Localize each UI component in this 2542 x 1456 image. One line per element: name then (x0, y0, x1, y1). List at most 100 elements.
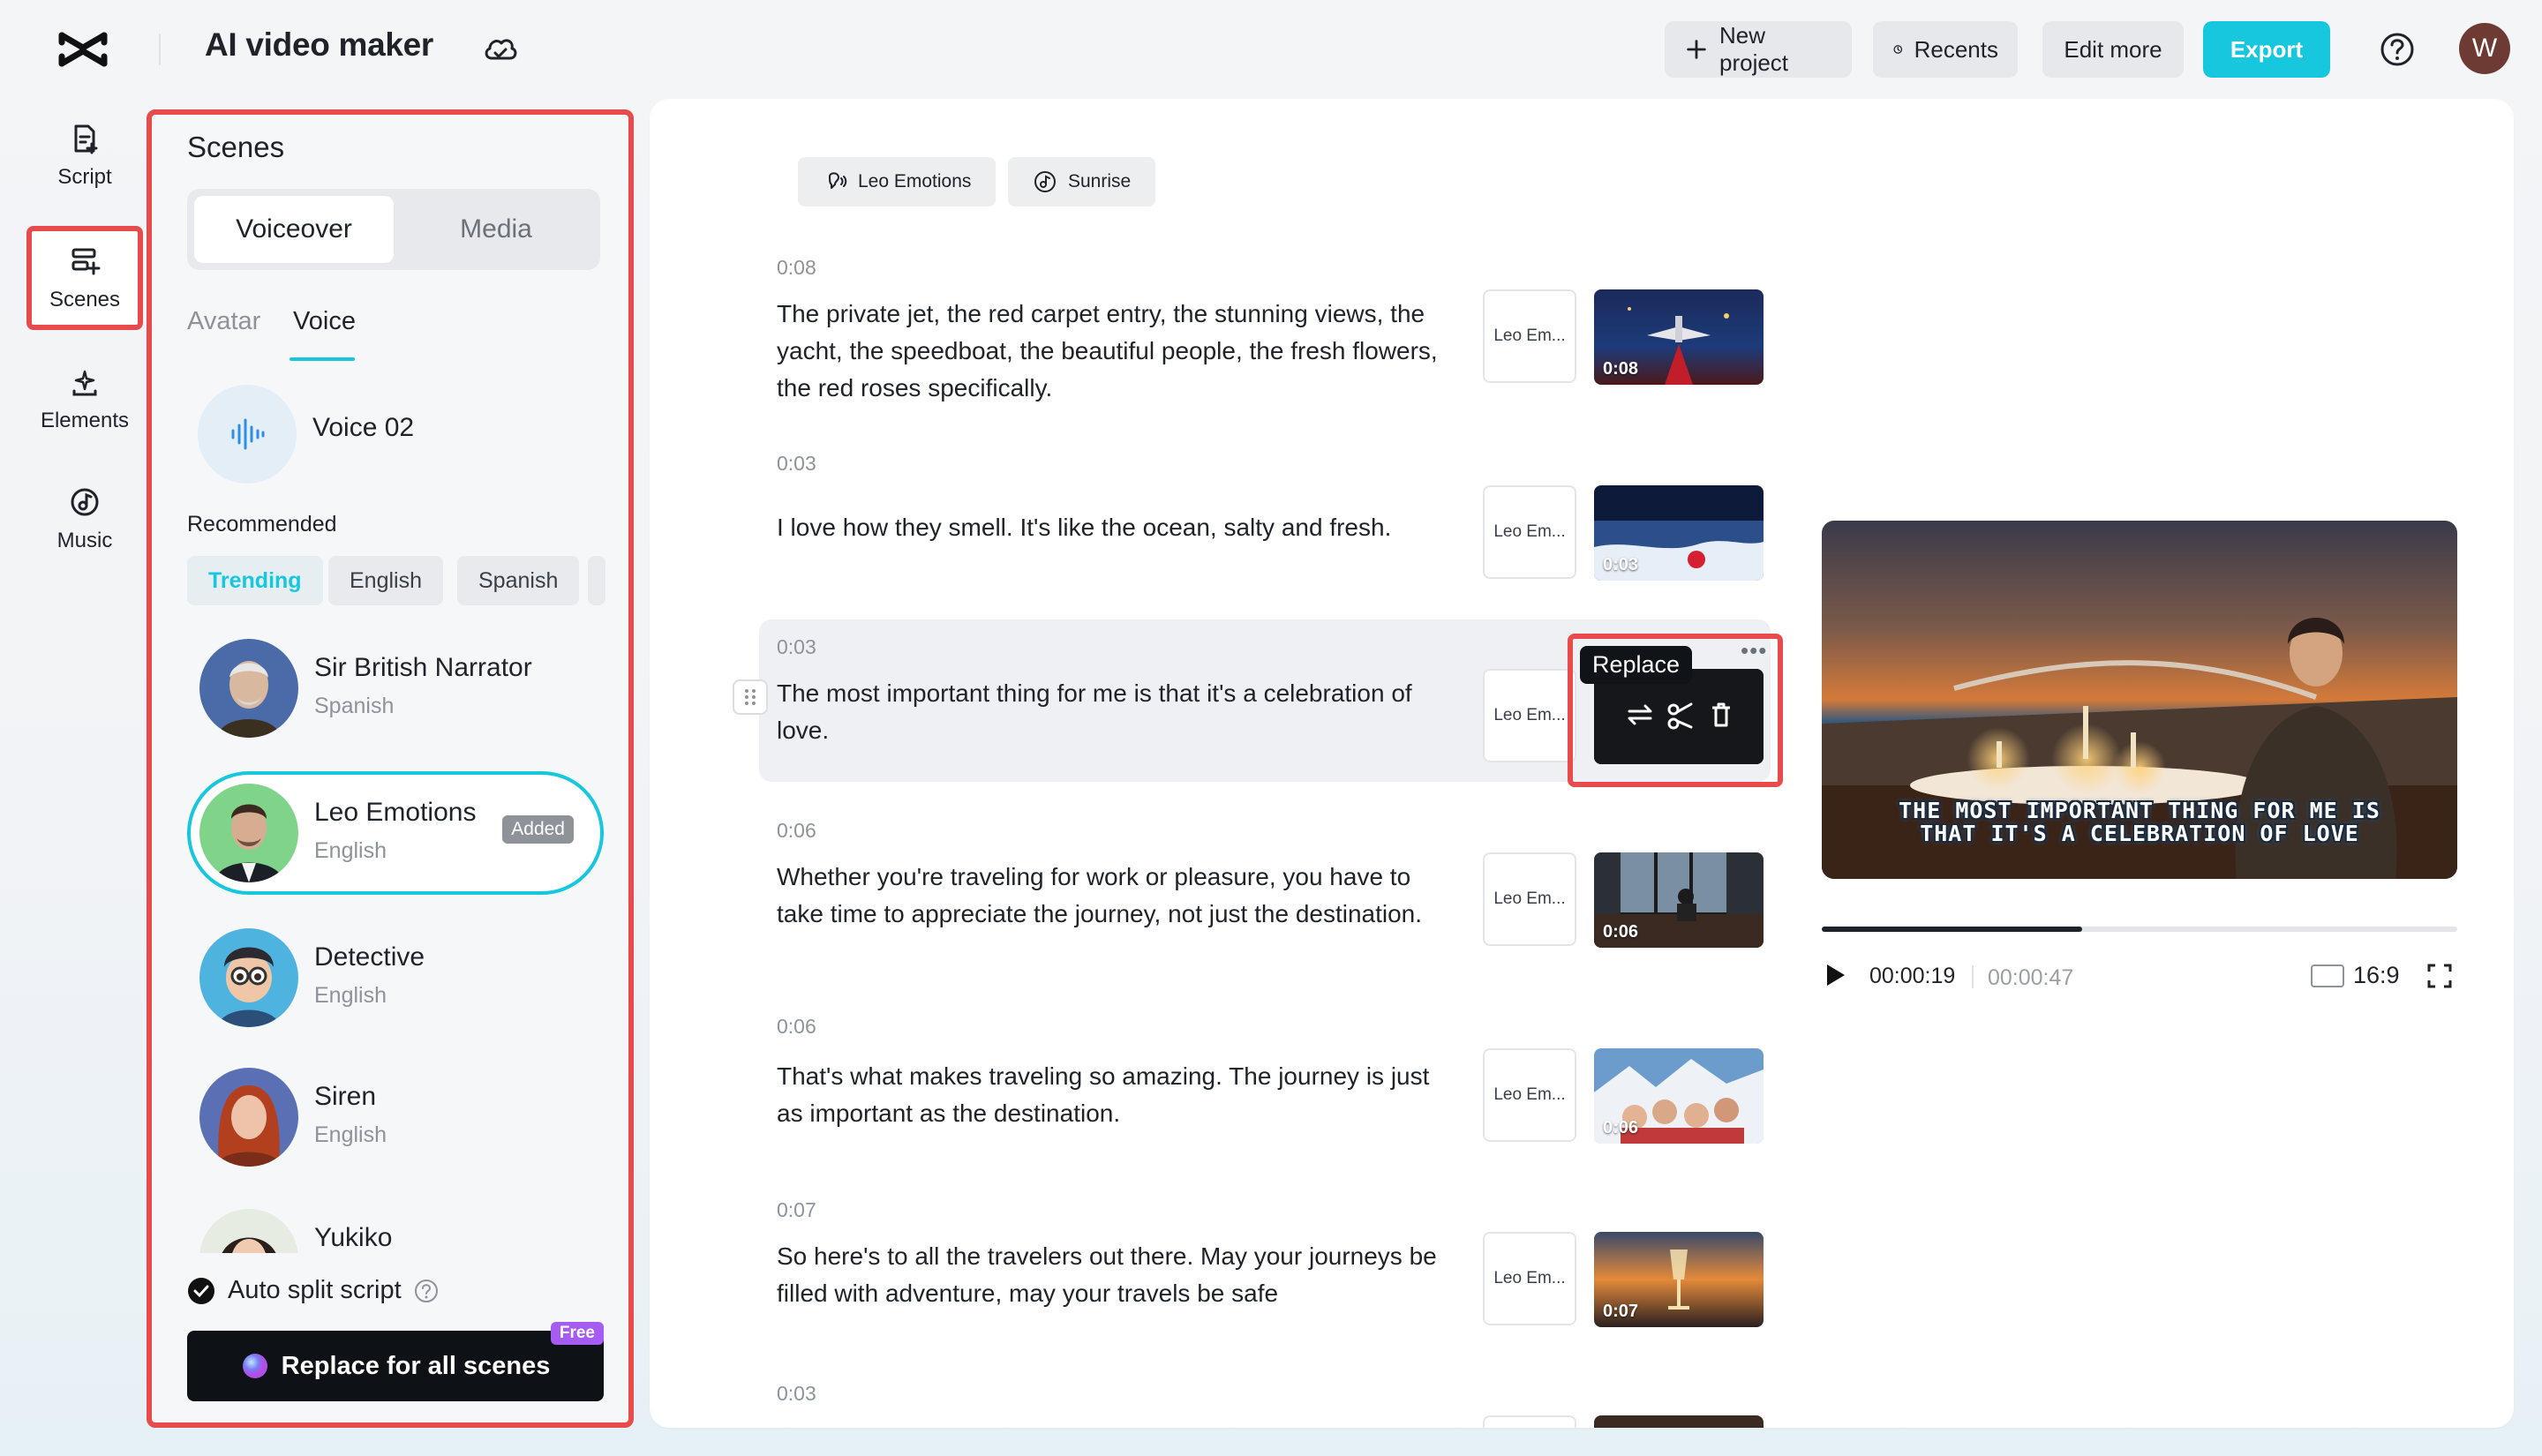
scene-text[interactable]: That's what makes traveling so amazing. … (777, 1058, 1448, 1132)
script-icon (74, 124, 98, 154)
scene-text[interactable]: The most important thing for me is that … (777, 675, 1448, 749)
scene-media-thumb[interactable]: 0:06 (1594, 1048, 1764, 1144)
rail-label-script: Script (57, 165, 112, 189)
recents-button[interactable]: Recents (1873, 21, 2018, 78)
scene-voice-thumb[interactable]: Leo Em... (1483, 669, 1576, 762)
script-scenes-panel: Leo Emotions Sunrise 0:08 The private je… (650, 99, 2514, 1428)
rail-label-music: Music (56, 529, 113, 552)
subtab-avatar[interactable]: Avatar (187, 307, 260, 336)
aspect-ratio-icon (2311, 964, 2344, 987)
rail-item-script[interactable]: Script (26, 104, 143, 206)
top-divider (159, 34, 161, 65)
video-caption: THE MOST IMPORTANT THING FOR ME IS THAT … (1822, 799, 2457, 845)
user-avatar[interactable]: W (2459, 23, 2510, 74)
replace-all-scenes-button[interactable]: Replace for all scenes Free (187, 1322, 604, 1401)
play-icon[interactable] (1824, 962, 1848, 988)
rail-item-elements[interactable]: Elements (26, 348, 143, 450)
current-voice-name: Voice 02 (312, 413, 415, 442)
caption-line-1: THE MOST IMPORTANT THING FOR ME IS (1899, 798, 2380, 823)
voice-lang: English (314, 983, 387, 1008)
scene-media-thumb[interactable]: 0:07 (1594, 1232, 1764, 1327)
voice-tag-label: Leo Emotions (858, 171, 972, 191)
avatar (199, 1068, 298, 1167)
drag-handle-icon[interactable] (733, 679, 768, 715)
tab-voiceover[interactable]: Voiceover (194, 196, 394, 263)
scene-voice-thumb[interactable]: Leo Em... (1483, 485, 1576, 579)
rail-item-music[interactable]: Music (26, 468, 143, 570)
scene-item[interactable]: 0:07 So here's to all the travelers out … (777, 1198, 1448, 1312)
scene-voice-thumb[interactable]: Leo Em... (1483, 1232, 1576, 1325)
voice-row-sir-british-narrator[interactable]: Sir British Narrator Spanish (187, 627, 604, 750)
help-icon[interactable] (2378, 30, 2417, 69)
aspect-ratio-selector[interactable]: 16:9 (2311, 962, 2400, 989)
added-badge: Added (502, 815, 574, 844)
scene-text[interactable]: Whether you're traveling for work or ple… (777, 859, 1448, 933)
thumb-duration: 0:07 (1603, 1302, 1639, 1321)
chip-overflow[interactable] (588, 556, 605, 605)
video-progress-bar[interactable] (1822, 927, 2457, 932)
voice-speaker-icon (829, 172, 847, 189)
voice-row-siren[interactable]: Siren English (187, 1055, 604, 1179)
fullscreen-icon[interactable] (2425, 962, 2454, 990)
voice-row-detective[interactable]: Detective English (187, 916, 604, 1039)
scene-item[interactable]: 0:06 That's what makes traveling so amaz… (777, 1015, 1448, 1132)
replace-all-label: Replace for all scenes (281, 1351, 551, 1380)
scene-text[interactable]: The private jet, the red carpet entry, t… (777, 296, 1448, 407)
scene-voice-thumb[interactable]: Leo Em... (1483, 852, 1576, 946)
chip-spanish[interactable]: Spanish (457, 556, 580, 605)
thumb-duration: 0:06 (1603, 922, 1639, 942)
time-separator (1972, 965, 1974, 988)
scene-media-thumb[interactable]: 0:08 (1594, 289, 1764, 385)
scene-media-thumb[interactable] (1594, 1415, 1764, 1428)
auto-split-script[interactable]: Auto split script (187, 1276, 439, 1305)
rail-item-scenes[interactable]: Scenes (26, 226, 143, 330)
scene-media-thumb[interactable]: 0:06 (1594, 852, 1764, 948)
check-circle-icon[interactable] (187, 1277, 215, 1305)
voice-row-leo-emotions[interactable]: Leo Emotions English Added (187, 771, 604, 895)
scene-voice-thumb[interactable]: Leo Em... (1483, 289, 1576, 383)
cloud-sync-icon[interactable] (482, 32, 519, 67)
plus-icon (1687, 40, 1706, 59)
panel-title: Scenes (187, 131, 285, 163)
scene-item[interactable]: 0:03 (777, 1382, 1448, 1422)
chip-trending[interactable]: Trending (187, 556, 323, 605)
tab-media[interactable]: Media (399, 196, 593, 263)
edit-more-button[interactable]: Edit more (2042, 21, 2184, 78)
edit-more-label: Edit more (2064, 35, 2162, 63)
thumb-duration: 0:06 (1603, 1118, 1639, 1137)
scene-voice-thumb[interactable]: Leo Em... (1483, 1048, 1576, 1142)
export-label: Export (2230, 35, 2304, 63)
scene-voice-thumb[interactable] (1483, 1415, 1576, 1428)
music-tag-label: Sunrise (1068, 171, 1132, 191)
current-time: 00:00:19 (1869, 964, 1956, 988)
music-tag-chip[interactable]: Sunrise (1008, 157, 1156, 206)
recents-label: Recents (1914, 35, 1998, 63)
scene-duration: 0:07 (777, 1198, 816, 1221)
total-time: 00:00:47 (1988, 965, 2074, 990)
current-voice-avatar[interactable] (198, 385, 297, 484)
subtab-voice[interactable]: Voice (293, 307, 356, 336)
voice-tag-chip[interactable]: Leo Emotions (798, 157, 996, 206)
ai-orb-icon (242, 1354, 267, 1378)
music-icon (71, 488, 99, 516)
video-preview[interactable]: THE MOST IMPORTANT THING FOR ME IS THAT … (1822, 521, 2457, 879)
avatar (199, 1209, 298, 1253)
scene-duration: 0:03 (777, 452, 816, 475)
scene-item-active[interactable]: 0:03 The most important thing for me is … (777, 635, 1448, 749)
more-options-icon[interactable]: ••• (1741, 637, 1767, 664)
export-button[interactable]: Export (2203, 21, 2330, 78)
music-note-icon (1034, 171, 1056, 192)
scene-text[interactable]: So here's to all the travelers out there… (777, 1238, 1448, 1312)
chip-english[interactable]: English (328, 556, 443, 605)
scenes-icon (71, 248, 101, 275)
scene-text[interactable]: I love how they smell. It's like the oce… (777, 509, 1448, 546)
auto-split-label: Auto split script (228, 1276, 402, 1304)
scene-media-thumb[interactable]: 0:03 (1594, 485, 1764, 581)
voice-row-yukiko[interactable]: Yukiko (187, 1197, 604, 1253)
scene-item[interactable]: 0:06 Whether you're traveling for work o… (777, 819, 1448, 933)
scene-item[interactable]: 0:03 I love how they smell. It's like th… (777, 452, 1448, 546)
scene-item[interactable]: 0:08 The private jet, the red carpet ent… (777, 256, 1448, 407)
elements-icon (72, 370, 97, 396)
new-project-button[interactable]: New project (1665, 21, 1852, 78)
info-question-icon[interactable] (414, 1279, 439, 1303)
